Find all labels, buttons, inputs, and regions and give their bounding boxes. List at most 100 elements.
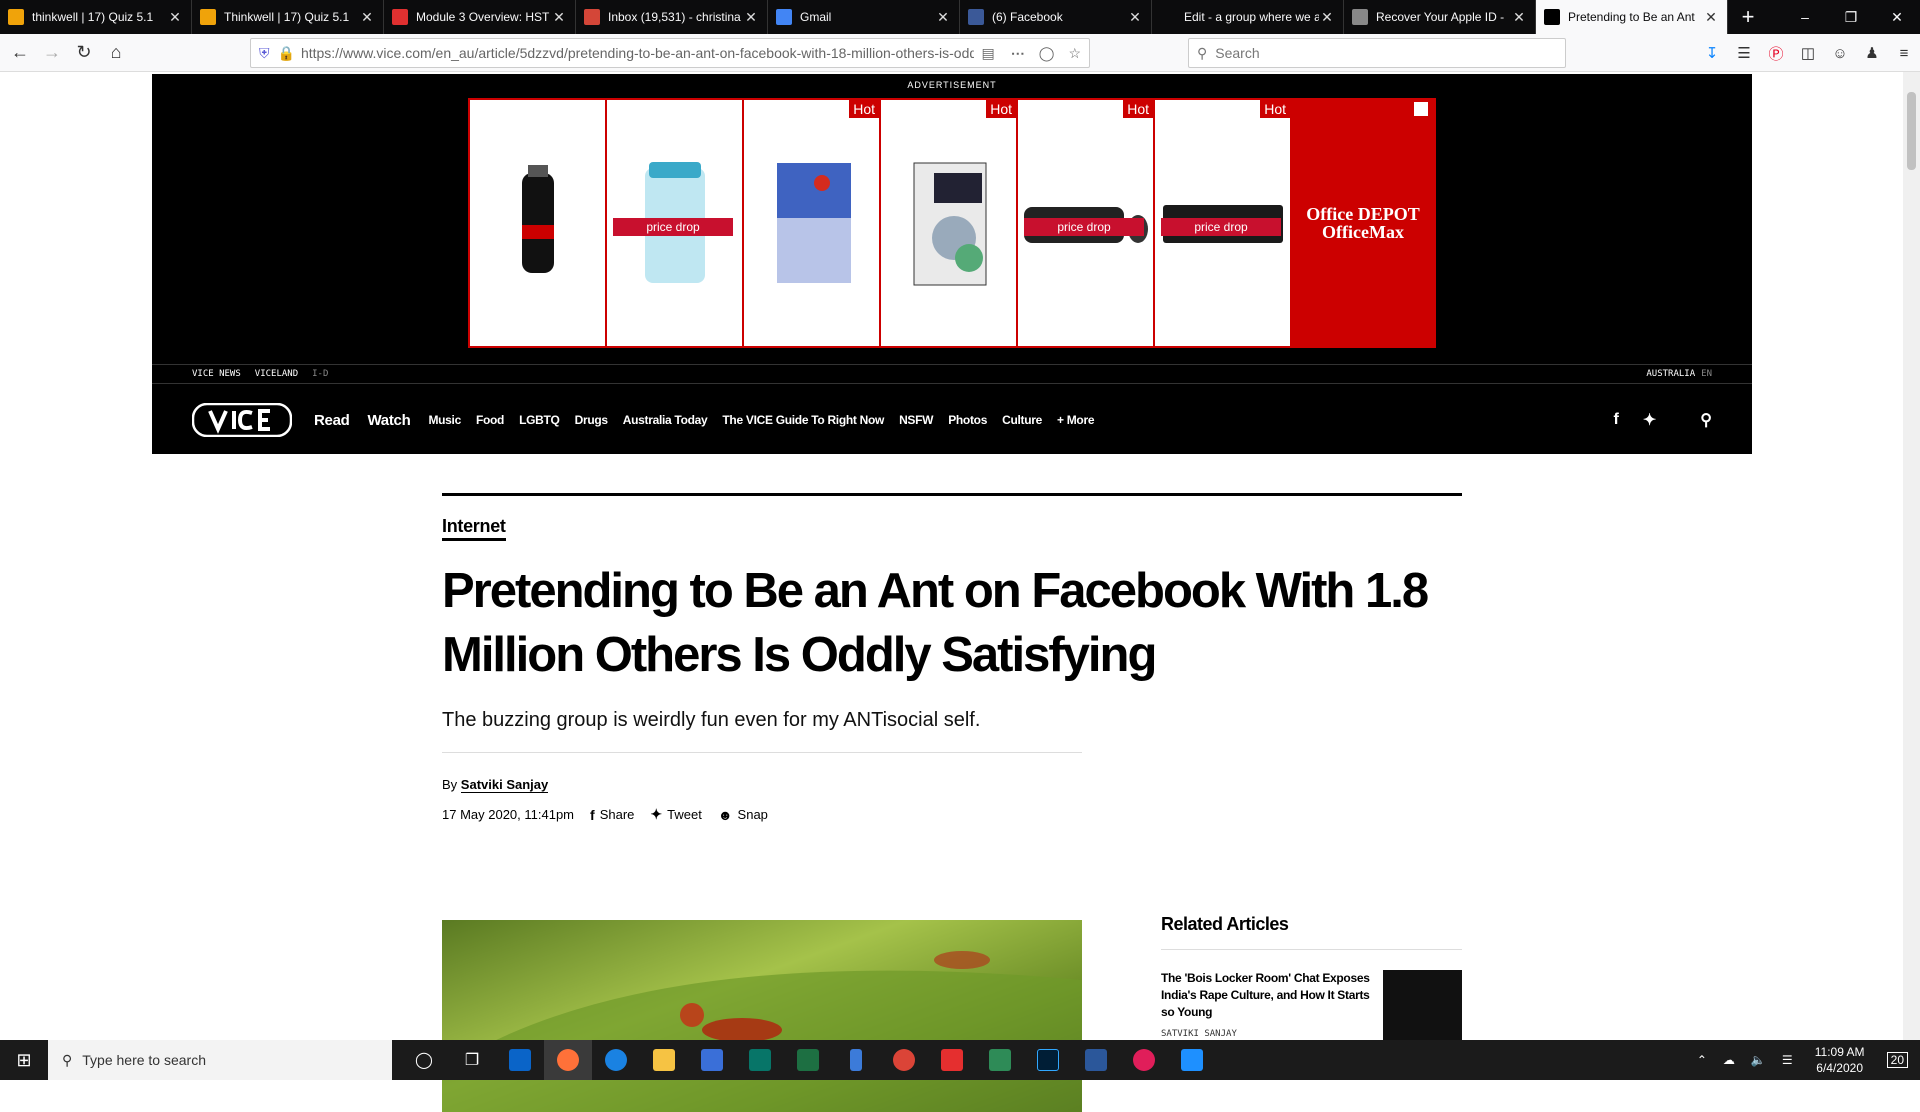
cortana-icon[interactable]: ◯ (400, 1040, 448, 1080)
new-tab-button[interactable]: + (1728, 0, 1768, 34)
outlook-icon[interactable] (496, 1040, 544, 1080)
nav-culture[interactable]: Culture (1002, 413, 1042, 427)
close-tab-icon[interactable]: ✕ (551, 9, 567, 26)
language-selector[interactable]: EN (1701, 369, 1712, 379)
ad-product-wipes[interactable]: price drop (607, 100, 742, 346)
close-tab-icon[interactable]: ✕ (935, 9, 951, 26)
ad-product-keyboard[interactable]: Hot price drop (1155, 100, 1290, 346)
publisher-icon[interactable] (736, 1040, 784, 1080)
nav-food[interactable]: Food (476, 413, 504, 427)
share-twitter-button[interactable]: ✦ Tweet (650, 806, 701, 823)
task-view-icon[interactable]: ❐ (448, 1040, 496, 1080)
notification-center-icon[interactable]: 20 (1886, 1052, 1908, 1068)
related-item[interactable]: The 'Bois Locker Room' Chat Exposes Indi… (1161, 970, 1462, 1050)
extension-icon[interactable]: ♟ (1856, 44, 1888, 62)
excel-icon[interactable] (784, 1040, 832, 1080)
restore-button[interactable]: ❐ (1828, 0, 1874, 34)
adchoices-icon[interactable] (1414, 102, 1428, 116)
windows-start-button[interactable]: ⊞ (0, 1040, 48, 1080)
nav-lgbtq[interactable]: LGBTQ (519, 413, 560, 427)
nav-australia-today[interactable]: Australia Today (623, 413, 708, 427)
menu-icon[interactable]: ≡ (1888, 45, 1920, 62)
word-icon[interactable] (1072, 1040, 1120, 1080)
firefox-icon[interactable] (544, 1040, 592, 1080)
close-window-button[interactable]: ✕ (1874, 0, 1920, 34)
onedrive-icon[interactable]: ☁ (1723, 1053, 1735, 1067)
browser-tab[interactable]: Pretending to Be an Ant ✕ (1536, 0, 1728, 34)
browser-tab[interactable]: Gmail ✕ (768, 0, 960, 34)
ad-product-usb-drive[interactable] (470, 100, 605, 346)
subnav-viceland[interactable]: VICELAND (255, 369, 298, 379)
subnav-i-d[interactable]: I-D (312, 369, 328, 379)
reader-view-icon[interactable]: ▤ (982, 45, 995, 62)
volume-icon[interactable]: 🔈 (1751, 1053, 1766, 1067)
nav-photos[interactable]: Photos (948, 413, 987, 427)
tracking-shield-icon[interactable]: ⛨ (259, 45, 270, 62)
region-selector[interactable]: AUSTRALIA (1646, 369, 1695, 379)
close-tab-icon[interactable]: ✕ (1127, 9, 1143, 26)
ad-product-turbotax[interactable]: Hot (744, 100, 879, 346)
taskbar-search[interactable]: ⚲ Type here to search (48, 1040, 392, 1080)
url-bar[interactable]: ⛨ 🔒 https://www.vice.com/en_au/article/5… (250, 38, 1090, 68)
forward-button[interactable]: → (36, 37, 68, 69)
nav-nsfw[interactable]: NSFW (899, 413, 933, 427)
photoshop-icon[interactable] (1024, 1040, 1072, 1080)
nav-watch[interactable]: Watch (367, 412, 410, 429)
wifi-icon[interactable]: ☰ (1782, 1053, 1793, 1067)
sidebar-icon[interactable]: ◫ (1792, 44, 1824, 62)
share-snapchat-button[interactable]: ☻ Snap (718, 807, 768, 823)
slack-icon[interactable] (1120, 1040, 1168, 1080)
office-depot-logo[interactable]: Office DEPOT OfficeMax (1292, 100, 1434, 346)
reload-button[interactable]: ↻ (68, 37, 100, 69)
share-facebook-button[interactable]: f Share (590, 807, 634, 823)
url-text[interactable]: https://www.vice.com/en_au/article/5dzzv… (301, 45, 974, 61)
home-button[interactable]: ⌂ (100, 37, 132, 69)
pinterest-icon[interactable]: Ⓟ (1760, 43, 1792, 64)
bookmark-star-icon[interactable]: ☆ (1068, 45, 1081, 62)
account-icon[interactable]: ☺ (1824, 45, 1856, 62)
close-tab-icon[interactable]: ✕ (1703, 9, 1719, 26)
browser-tab[interactable]: Module 3 Overview: HST ✕ (384, 0, 576, 34)
scrollbar-thumb[interactable] (1907, 92, 1916, 170)
nav-read[interactable]: Read (314, 412, 350, 429)
lock-icon[interactable]: 🔒 (278, 45, 295, 62)
twitter-icon[interactable]: ✦ (1643, 410, 1656, 430)
page-scrollbar[interactable] (1903, 72, 1920, 1040)
photos-app-icon[interactable] (1168, 1040, 1216, 1080)
pocket-icon[interactable]: ◯ (1039, 45, 1055, 62)
nav-more[interactable]: + More (1057, 413, 1095, 427)
minimize-button[interactable]: – (1782, 0, 1828, 34)
browser-tab[interactable]: (6) Facebook ✕ (960, 0, 1152, 34)
article-category[interactable]: Internet (442, 516, 506, 541)
browser-tab[interactable]: Thinkwell | 17) Quiz 5.1 ✕ (192, 0, 384, 34)
browser-tab[interactable]: Recover Your Apple ID - ✕ (1344, 0, 1536, 34)
back-button[interactable]: ← (4, 37, 36, 69)
facebook-icon[interactable]: f (1614, 411, 1619, 429)
site-search-icon[interactable]: ⚲ (1700, 410, 1712, 430)
related-item-author[interactable]: SATVIKI SANJAY (1161, 1029, 1371, 1039)
subnav-vice-news[interactable]: VICE NEWS (192, 369, 241, 379)
library-icon[interactable]: ☰ (1728, 44, 1760, 62)
calculator-app-icon[interactable] (976, 1040, 1024, 1080)
close-tab-icon[interactable]: ✕ (167, 9, 183, 26)
related-item-title[interactable]: The 'Bois Locker Room' Chat Exposes Indi… (1161, 970, 1371, 1021)
ad-product-keyboard-mouse[interactable]: Hot price drop (1018, 100, 1153, 346)
tray-overflow-icon[interactable]: ⌃ (1697, 1053, 1707, 1067)
ad-product-turbocad[interactable]: Hot (881, 100, 1016, 346)
browser-tab[interactable]: thinkwell | 17) Quiz 5.1 ✕ (0, 0, 192, 34)
browser-tab[interactable]: Inbox (19,531) - christina ✕ (576, 0, 768, 34)
search-input[interactable]: ⚲ Search (1188, 38, 1566, 68)
related-item-thumbnail[interactable] (1383, 970, 1462, 1050)
vice-logo[interactable] (192, 403, 292, 437)
close-tab-icon[interactable]: ✕ (1319, 9, 1335, 26)
quizlet-icon[interactable] (928, 1040, 976, 1080)
browser-tab[interactable]: Edit - a group where we all p✕ (1152, 0, 1344, 34)
chrome-icon[interactable] (880, 1040, 928, 1080)
close-tab-icon[interactable]: ✕ (743, 9, 759, 26)
close-tab-icon[interactable]: ✕ (359, 9, 375, 26)
nav-drugs[interactable]: Drugs (575, 413, 608, 427)
nav-music[interactable]: Music (428, 413, 461, 427)
page-actions-icon[interactable]: ⋯ (1011, 45, 1025, 62)
advertisement-banner[interactable]: price drop Hot Hot Hot price drop Hot pr… (468, 98, 1436, 348)
phone-app-icon[interactable] (832, 1040, 880, 1080)
